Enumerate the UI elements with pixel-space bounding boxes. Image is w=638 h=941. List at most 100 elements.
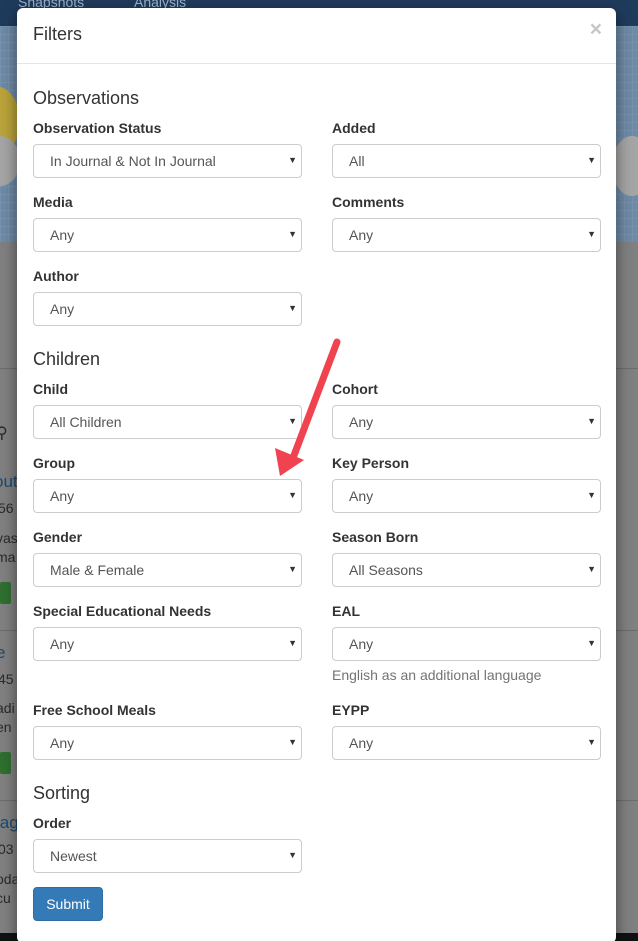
free-school-meals-select[interactable]: Any ▼ <box>33 726 302 760</box>
select-value: Any <box>50 735 75 751</box>
background-fragment: lag <box>0 813 19 832</box>
select-value: Newest <box>50 848 97 864</box>
eypp-field: EYPP Any ▼ <box>332 700 601 760</box>
background-fragment: 56 <box>0 500 14 516</box>
chevron-down-icon: ▼ <box>587 638 596 648</box>
field-label: Special Educational Needs <box>33 603 212 619</box>
media-select[interactable]: Any ▼ <box>33 218 302 252</box>
cohort-select[interactable]: Any ▼ <box>332 405 601 439</box>
select-value: In Journal & Not In Journal <box>50 153 216 169</box>
select-value: Any <box>50 301 75 317</box>
field-label: EYPP <box>332 702 370 718</box>
select-value: All Seasons <box>349 562 423 578</box>
background-fragment: vas <box>0 530 18 546</box>
comments-field: Comments Any ▼ <box>332 192 601 252</box>
field-label: Gender <box>33 529 83 545</box>
close-button[interactable]: × <box>590 19 602 40</box>
chevron-down-icon: ▼ <box>587 737 596 747</box>
background-fragment: adi <box>0 700 15 716</box>
chevron-down-icon: ▼ <box>587 229 596 239</box>
select-value: Any <box>349 414 374 430</box>
field-label: Key Person <box>332 455 410 471</box>
chevron-down-icon: ▼ <box>288 564 297 574</box>
field-label: Season Born <box>332 529 419 545</box>
filters-modal: Filters × Observations Observation Statu… <box>17 8 616 941</box>
eal-field: EAL Any ▼ English as an additional langu… <box>332 601 601 683</box>
select-value: Any <box>349 735 374 751</box>
chevron-down-icon: ▼ <box>587 564 596 574</box>
field-label: Author <box>33 268 79 284</box>
chevron-down-icon: ▼ <box>288 155 297 165</box>
select-value: Any <box>50 227 75 243</box>
background-fragment: 03 <box>0 841 14 857</box>
field-label: EAL <box>332 603 360 619</box>
added-select[interactable]: All ▼ <box>332 144 601 178</box>
season-born-field: Season Born All Seasons ▼ <box>332 527 601 587</box>
comments-select[interactable]: Any ▼ <box>332 218 601 252</box>
field-label: Media <box>33 194 73 210</box>
select-value: Any <box>349 488 374 504</box>
select-value: Male & Female <box>50 562 145 578</box>
section-title-observations: Observations <box>33 88 140 108</box>
field-label: Cohort <box>332 381 378 397</box>
field-label: Comments <box>332 194 405 210</box>
chevron-down-icon: ▼ <box>587 155 596 165</box>
chevron-down-icon: ▼ <box>288 416 297 426</box>
gender-select[interactable]: Male & Female ▼ <box>33 553 302 587</box>
background-fragment: ma <box>0 549 16 565</box>
observation-status-field: Observation Status In Journal & Not In J… <box>33 118 302 178</box>
chevron-down-icon: ▼ <box>288 229 297 239</box>
added-field: Added All ▼ <box>332 118 601 178</box>
media-field: Media Any ▼ <box>33 192 302 252</box>
background-search-icon: ⚲ <box>0 425 8 442</box>
group-select[interactable]: Any ▼ <box>33 479 302 513</box>
select-value: All <box>349 153 365 169</box>
key-person-field: Key Person Any ▼ <box>332 453 601 513</box>
chevron-down-icon: ▼ <box>587 416 596 426</box>
field-label: Order <box>33 815 72 831</box>
modal-header: Filters × <box>17 8 616 64</box>
eal-select[interactable]: Any ▼ <box>332 627 601 661</box>
field-label: Child <box>33 381 68 397</box>
section-title-children: Children <box>33 349 101 369</box>
special-educational-needs-field: Special Educational Needs Any ▼ <box>33 601 302 661</box>
key-person-select[interactable]: Any ▼ <box>332 479 601 513</box>
background-fragment: en <box>0 719 12 735</box>
chevron-down-icon: ▼ <box>288 850 297 860</box>
cohort-field: Cohort Any ▼ <box>332 379 601 439</box>
chevron-down-icon: ▼ <box>288 737 297 747</box>
gender-field: Gender Male & Female ▼ <box>33 527 302 587</box>
chevron-down-icon: ▼ <box>288 490 297 500</box>
field-label: Added <box>332 120 376 136</box>
select-value: Any <box>50 488 75 504</box>
eal-help-text: English as an additional language <box>332 667 542 683</box>
select-value: Any <box>349 227 374 243</box>
chevron-down-icon: ▼ <box>587 490 596 500</box>
background-fragment: 45 <box>0 671 14 687</box>
child-field: Child All Children ▼ <box>33 379 302 439</box>
observation-status-select[interactable]: In Journal & Not In Journal ▼ <box>33 144 302 178</box>
background-green-button <box>0 582 11 604</box>
field-label: Free School Meals <box>33 702 156 718</box>
select-value: Any <box>349 636 374 652</box>
season-born-select[interactable]: All Seasons ▼ <box>332 553 601 587</box>
modal-title: Filters <box>33 24 82 44</box>
field-label: Observation Status <box>33 120 162 136</box>
special-educational-needs-select[interactable]: Any ▼ <box>33 627 302 661</box>
chevron-down-icon: ▼ <box>288 303 297 313</box>
author-select[interactable]: Any ▼ <box>33 292 302 326</box>
select-value: All Children <box>50 414 122 430</box>
order-select[interactable]: Newest ▼ <box>33 839 302 873</box>
free-school-meals-field: Free School Meals Any ▼ <box>33 700 302 760</box>
background-fragment: cu <box>0 890 11 906</box>
submit-button[interactable]: Submit <box>33 887 103 921</box>
field-label: Group <box>33 455 75 471</box>
background-green-button <box>0 752 11 774</box>
child-select[interactable]: All Children ▼ <box>33 405 302 439</box>
author-field: Author Any ▼ <box>33 266 302 326</box>
select-value: Any <box>50 636 75 652</box>
background-fragment: e <box>0 643 6 662</box>
order-field: Order Newest ▼ <box>33 813 302 873</box>
eypp-select[interactable]: Any ▼ <box>332 726 601 760</box>
chevron-down-icon: ▼ <box>288 638 297 648</box>
